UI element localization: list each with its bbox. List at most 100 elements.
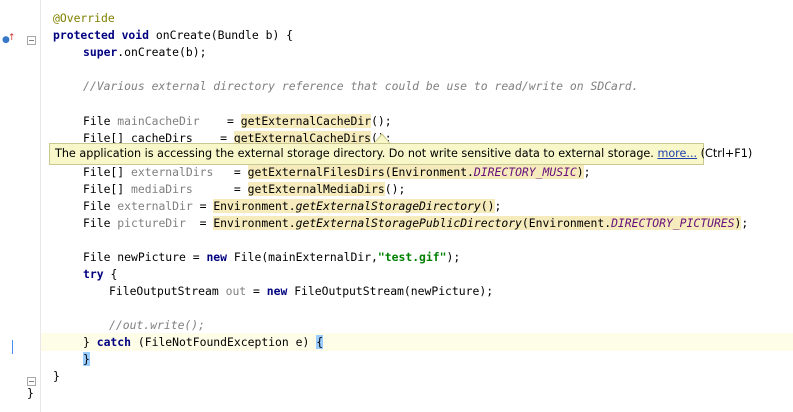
code-token: ; (494, 199, 502, 213)
tooltip-more-link[interactable]: more... (657, 147, 697, 160)
code-token: mainCacheDir (117, 114, 200, 128)
tooltip-shortcut: (Ctrl+F1) (700, 147, 753, 160)
code-token: File[] (83, 165, 132, 179)
code-token: = (192, 182, 248, 196)
code-token: (); (384, 182, 406, 196)
code-line-content: } (83, 350, 90, 368)
code-line[interactable]: File mainCacheDir = getExternalCacheDir(… (41, 112, 793, 130)
code-editor[interactable]: @Override protected void onCreate(Bundle … (27, 0, 793, 412)
code-token: (Environment. (521, 216, 612, 230)
code-token: catch (96, 335, 138, 349)
code-line-content: File pictureDir = Environment.getExterna… (83, 214, 748, 232)
code-line-content: //Various external directory reference t… (83, 77, 638, 95)
code-token: getExternalCacheDir (240, 114, 372, 128)
code-token: //out.write(); (109, 318, 206, 332)
code-line[interactable]: File newPicture = new File(mainExternalD… (41, 248, 793, 266)
code-token: { (316, 335, 324, 349)
code-line-content: @Override (53, 9, 115, 27)
code-line[interactable]: } (41, 350, 793, 368)
code-line-content: } (27, 384, 34, 402)
code-token: Environment. (213, 216, 296, 230)
scope-indicator (12, 340, 13, 354)
code-token: ; (741, 216, 749, 230)
code-line-content: } catch (FileNotFoundException e) { (83, 333, 324, 351)
inspection-tooltip: The application is accessing the externa… (49, 143, 752, 165)
code-token: //Various external directory reference t… (83, 79, 639, 93)
code-token: } (53, 369, 60, 383)
code-token: } (83, 335, 97, 349)
fold-start-icon[interactable] (27, 36, 36, 45)
code-token: .onCreate(b); (117, 45, 207, 59)
code-token: getExternalFilesDirs(Environment. (247, 165, 474, 179)
code-line[interactable]: } catch (FileNotFoundException e) { (41, 333, 793, 351)
code-token: File (83, 114, 118, 128)
override-arrow-icon: ↑ (8, 33, 16, 43)
code-line-content: protected void onCreate(Bundle b) { (53, 26, 293, 44)
code-line-content: File[] mediaDirs = getExternalMediaDirs(… (83, 180, 405, 198)
code-token: FileOutputStream(newPicture); (294, 284, 494, 298)
code-line[interactable]: @Override (41, 9, 793, 27)
code-token: File(mainExternalDir, (233, 250, 378, 264)
code-token: protected (53, 28, 122, 42)
code-token: } (27, 386, 34, 400)
code-line[interactable]: try { (41, 265, 793, 283)
code-token: "test.gif" (377, 250, 447, 264)
code-token: = (213, 165, 248, 179)
code-token: File[] (83, 182, 132, 196)
code-token: ; (583, 165, 591, 179)
code-line[interactable]: File[] externalDirs = getExternalFilesDi… (41, 163, 793, 181)
code-token: FileOutputStream (109, 284, 226, 298)
code-line[interactable]: //out.write(); (41, 316, 793, 334)
code-token: out (225, 284, 247, 298)
code-token: File newPicture = (83, 250, 207, 264)
code-token: File (83, 216, 118, 230)
code-line[interactable]: protected void onCreate(Bundle b) { (41, 26, 793, 44)
code-token: getExternalStorageDirectory (295, 199, 481, 213)
code-token: DIRECTORY_MUSIC (473, 165, 577, 179)
code-line-content: //out.write(); (109, 316, 205, 334)
code-line-content: File[] externalDirs = getExternalFilesDi… (83, 163, 591, 181)
code-token: onCreate(Bundle b) { (155, 28, 294, 42)
code-token: = (246, 284, 267, 298)
code-token: (FileNotFoundException e) (137, 335, 317, 349)
code-token: externalDirs (131, 165, 214, 179)
code-token: void (121, 28, 156, 42)
code-token: = (185, 216, 214, 230)
code-token: } (83, 352, 90, 366)
editor-gutter[interactable]: ● ↑ (0, 0, 40, 412)
code-line-content: File mainCacheDir = getExternalCacheDir(… (83, 112, 392, 130)
code-token: pictureDir (117, 216, 186, 230)
tooltip-message: The application is accessing the externa… (55, 147, 654, 160)
code-token: externalDir (117, 199, 193, 213)
code-line[interactable]: //Various external directory reference t… (41, 77, 793, 95)
code-token: File (83, 199, 118, 213)
code-token: Environment. (213, 199, 296, 213)
code-token: ) (576, 165, 584, 179)
code-line[interactable]: FileOutputStream out = new FileOutputStr… (41, 282, 793, 300)
code-token: () (480, 199, 495, 213)
code-token: mediaDirs (131, 182, 193, 196)
code-token: = (199, 114, 241, 128)
code-line[interactable]: } (41, 367, 793, 385)
code-token: super (83, 45, 118, 59)
code-line[interactable]: File pictureDir = Environment.getExterna… (41, 214, 793, 232)
code-token: (); (371, 114, 392, 128)
code-line[interactable]: } (27, 384, 793, 402)
code-token: new (206, 250, 234, 264)
code-token: try (83, 267, 111, 281)
code-line-content: FileOutputStream out = new FileOutputStr… (109, 282, 493, 300)
code-token: new (266, 284, 295, 298)
code-line-content: try { (83, 265, 117, 283)
code-token: = (192, 199, 214, 213)
code-line[interactable]: super.onCreate(b); (41, 43, 793, 61)
code-line[interactable]: File externalDir = Environment.getExtern… (41, 197, 793, 215)
code-line-content: File externalDir = Environment.getExtern… (83, 197, 501, 215)
code-line-content: super.onCreate(b); (83, 43, 206, 61)
code-token: ); (446, 250, 461, 264)
code-line-content: File newPicture = new File(mainExternalD… (83, 248, 460, 266)
code-token: DIRECTORY_PICTURES (611, 216, 735, 230)
code-token: getExternalMediaDirs (247, 182, 385, 196)
code-line[interactable]: File[] mediaDirs = getExternalMediaDirs(… (41, 180, 793, 198)
code-token: @Override (53, 11, 115, 25)
code-token: { (110, 267, 118, 281)
